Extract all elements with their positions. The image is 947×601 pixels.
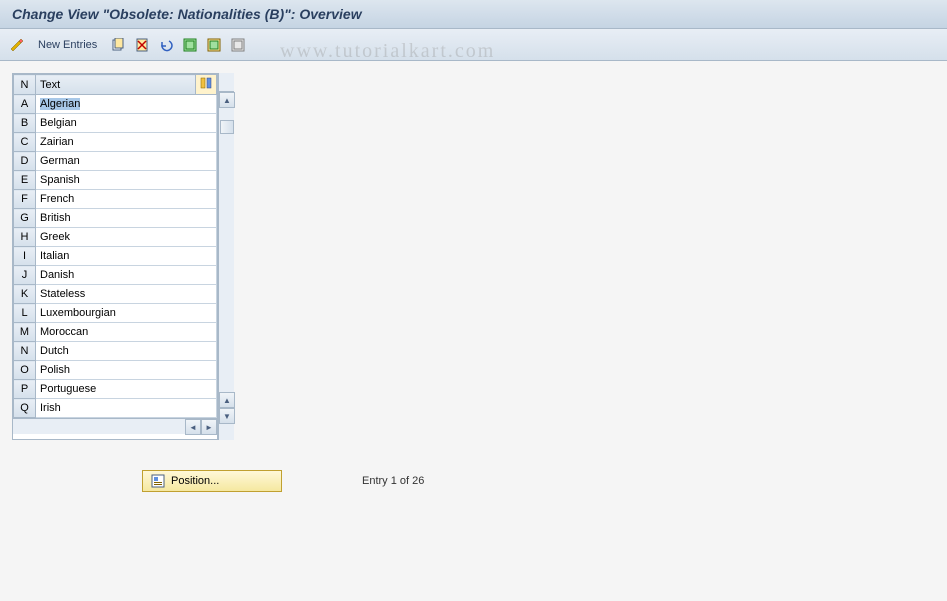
delete-icon[interactable] — [133, 36, 151, 54]
scroll-down-button[interactable]: ▼ — [219, 408, 235, 424]
table-row[interactable]: OPolish — [14, 361, 217, 380]
position-button[interactable]: Position... — [142, 470, 282, 492]
select-all-icon[interactable] — [181, 36, 199, 54]
table-row[interactable]: DGerman — [14, 152, 217, 171]
table-row[interactable]: QIrish — [14, 399, 217, 418]
row-text-cell[interactable]: Dutch — [36, 342, 217, 361]
table-row[interactable]: MMoroccan — [14, 323, 217, 342]
table-row[interactable]: AAlgerian — [14, 95, 217, 114]
toggle-change-icon[interactable] — [8, 36, 26, 54]
row-text-cell[interactable]: Irish — [36, 399, 217, 418]
row-key-cell[interactable]: Q — [14, 399, 36, 418]
row-key-cell[interactable]: O — [14, 361, 36, 380]
table-row[interactable]: LLuxembourgian — [14, 304, 217, 323]
toolbar: New Entries — [0, 29, 947, 61]
column-config-button[interactable] — [196, 75, 217, 95]
row-text-cell[interactable]: Stateless — [36, 285, 217, 304]
row-text-cell[interactable]: Belgian — [36, 114, 217, 133]
row-key-cell[interactable]: A — [14, 95, 36, 114]
row-key-cell[interactable]: B — [14, 114, 36, 133]
row-text-cell[interactable]: German — [36, 152, 217, 171]
table-row[interactable]: IItalian — [14, 247, 217, 266]
row-key-cell[interactable]: D — [14, 152, 36, 171]
row-text-cell[interactable]: British — [36, 209, 217, 228]
content-area: N Text AAlgerianBBelgianCZairianDGermanE… — [0, 61, 947, 504]
table-row[interactable]: FFrench — [14, 190, 217, 209]
row-text-cell[interactable]: Italian — [36, 247, 217, 266]
table-row[interactable]: BBelgian — [14, 114, 217, 133]
vertical-scrollbar: ▲ ▲ ▼ — [218, 73, 234, 440]
select-block-icon[interactable] — [205, 36, 223, 54]
row-key-cell[interactable]: J — [14, 266, 36, 285]
row-key-cell[interactable]: H — [14, 228, 36, 247]
title-bar: Change View "Obsolete: Nationalities (B)… — [0, 0, 947, 29]
row-key-cell[interactable]: E — [14, 171, 36, 190]
footer-row: Position... Entry 1 of 26 — [12, 470, 935, 492]
scroll-left-button[interactable]: ◄ — [185, 419, 201, 435]
deselect-all-icon[interactable] — [229, 36, 247, 54]
row-key-cell[interactable]: C — [14, 133, 36, 152]
row-text-cell[interactable]: French — [36, 190, 217, 209]
row-key-cell[interactable]: G — [14, 209, 36, 228]
page-title: Change View "Obsolete: Nationalities (B)… — [12, 6, 935, 22]
copy-icon[interactable] — [109, 36, 127, 54]
row-key-cell[interactable]: P — [14, 380, 36, 399]
row-key-cell[interactable]: K — [14, 285, 36, 304]
row-key-cell[interactable]: I — [14, 247, 36, 266]
row-text-cell[interactable]: Moroccan — [36, 323, 217, 342]
nationality-table: N Text AAlgerianBBelgianCZairianDGermanE… — [13, 74, 217, 418]
row-text-cell[interactable]: Polish — [36, 361, 217, 380]
position-button-label: Position... — [171, 475, 219, 487]
scroll-thumb[interactable] — [220, 120, 234, 134]
table-row[interactable]: JDanish — [14, 266, 217, 285]
data-table-container: N Text AAlgerianBBelgianCZairianDGermanE… — [12, 73, 218, 440]
scroll-up-button[interactable]: ▲ — [219, 92, 235, 108]
undo-icon[interactable] — [157, 36, 175, 54]
row-text-cell[interactable]: Portuguese — [36, 380, 217, 399]
column-header-n[interactable]: N — [14, 75, 36, 95]
table-row[interactable]: KStateless — [14, 285, 217, 304]
table-row[interactable]: CZairian — [14, 133, 217, 152]
row-text-cell[interactable]: Danish — [36, 266, 217, 285]
table-row[interactable]: NDutch — [14, 342, 217, 361]
entry-counter-text: Entry 1 of 26 — [362, 475, 424, 487]
scroll-row-up-button[interactable]: ▲ — [219, 392, 235, 408]
row-key-cell[interactable]: L — [14, 304, 36, 323]
row-text-cell[interactable]: Luxembourgian — [36, 304, 217, 323]
scroll-right-button[interactable]: ► — [201, 419, 217, 435]
table-row[interactable]: GBritish — [14, 209, 217, 228]
row-key-cell[interactable]: F — [14, 190, 36, 209]
row-text-cell[interactable]: Spanish — [36, 171, 217, 190]
row-key-cell[interactable]: M — [14, 323, 36, 342]
new-entries-button[interactable]: New Entries — [32, 37, 103, 53]
table-row[interactable]: HGreek — [14, 228, 217, 247]
table-row[interactable]: ESpanish — [14, 171, 217, 190]
row-key-cell[interactable]: N — [14, 342, 36, 361]
column-header-text[interactable]: Text — [36, 75, 196, 95]
row-text-cell[interactable]: Algerian — [36, 95, 217, 114]
row-text-cell[interactable]: Zairian — [36, 133, 217, 152]
table-row[interactable]: PPortuguese — [14, 380, 217, 399]
row-text-cell[interactable]: Greek — [36, 228, 217, 247]
horizontal-scrollbar: ◄ ► — [13, 418, 217, 434]
